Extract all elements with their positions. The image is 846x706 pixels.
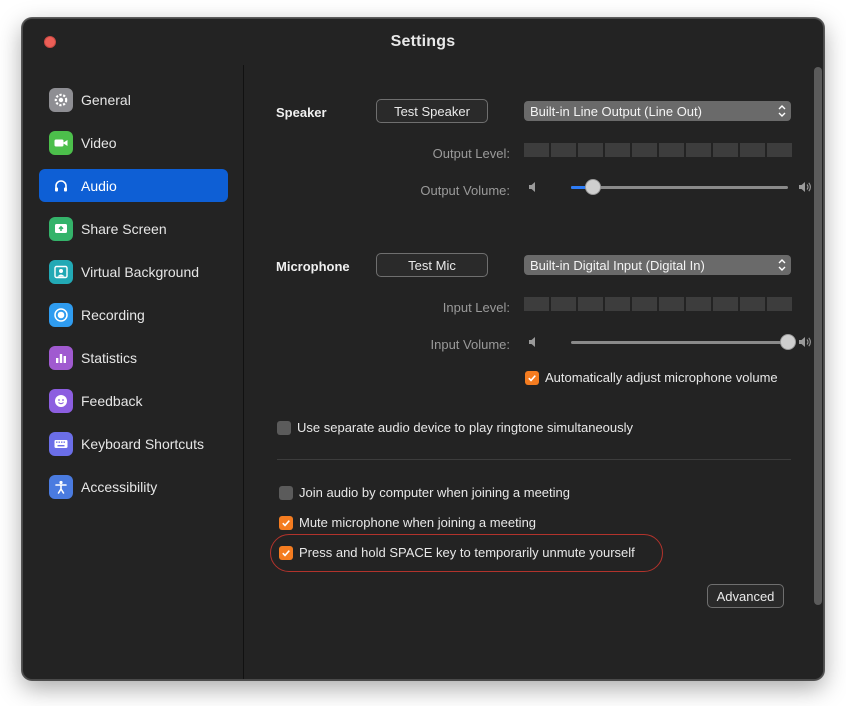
chevron-updown-icon	[778, 105, 786, 117]
sidebar-item-label: Accessibility	[81, 478, 158, 495]
input-volume-slider[interactable]	[571, 334, 796, 350]
share-screen-icon	[49, 216, 73, 241]
audio-settings-panel: Speaker Test Speaker Built-in Line Outpu…	[245, 65, 811, 679]
keyboard-icon	[49, 431, 73, 456]
sidebar-item-feedback[interactable]: Feedback	[39, 384, 228, 417]
mic-volume-low-icon	[529, 337, 535, 347]
speaker-section-label: Speaker	[276, 105, 327, 120]
sidebar: General Video Audio Share Screen Virtual…	[23, 65, 244, 679]
window-title: Settings	[390, 33, 456, 50]
virtual-background-icon	[49, 259, 73, 284]
microphone-device-value: Built-in Digital Input (Digital In)	[530, 257, 705, 273]
settings-window: Settings General Video Audio Share Scree…	[22, 18, 824, 680]
auto-adjust-mic-checkbox[interactable]	[525, 370, 539, 385]
sidebar-item-label: Virtual Background	[81, 263, 200, 280]
section-divider	[277, 459, 791, 460]
close-window-button[interactable]	[44, 36, 56, 48]
video-camera-icon	[49, 130, 73, 155]
sidebar-item-label: General	[81, 91, 131, 108]
speaker-high-icon	[799, 182, 811, 192]
sidebar-item-label: Video	[81, 134, 117, 151]
output-volume-slider[interactable]	[571, 179, 788, 195]
gear-icon	[49, 87, 73, 112]
sidebar-item-label: Share Screen	[81, 220, 167, 237]
headphones-icon	[49, 174, 73, 198]
auto-adjust-mic-option[interactable]: Automatically adjust microphone volume	[525, 370, 778, 385]
sidebar-item-label: Feedback	[81, 392, 143, 409]
test-mic-button[interactable]: Test Mic	[376, 253, 488, 277]
chevron-updown-icon	[778, 259, 786, 271]
microphone-device-select[interactable]: Built-in Digital Input (Digital In)	[524, 255, 791, 275]
microphone-section-label: Microphone	[276, 259, 350, 274]
sidebar-item-video[interactable]: Video	[39, 126, 228, 159]
space-unmute-option[interactable]: Press and hold SPACE key to temporarily …	[279, 545, 635, 560]
mute-mic-option[interactable]: Mute microphone when joining a meeting	[279, 515, 536, 530]
accessibility-icon	[49, 474, 73, 499]
sidebar-item-share-screen[interactable]: Share Screen	[39, 212, 228, 245]
sidebar-item-label: Keyboard Shortcuts	[81, 435, 204, 452]
separate-audio-device-label: Use separate audio device to play ringto…	[297, 420, 634, 435]
scrollbar-thumb[interactable]	[814, 67, 822, 605]
input-volume-fill	[571, 341, 788, 344]
mic-volume-high-icon	[799, 337, 811, 347]
output-volume-thumb[interactable]	[585, 179, 601, 195]
output-volume-label: Output Volume:	[420, 183, 510, 198]
sidebar-item-label: Recording	[81, 306, 145, 323]
join-audio-checkbox[interactable]	[279, 485, 293, 500]
sidebar-item-general[interactable]: General	[39, 83, 228, 116]
input-volume-thumb[interactable]	[780, 334, 796, 350]
sidebar-item-label: Statistics	[81, 349, 138, 366]
sidebar-item-keyboard-shortcuts[interactable]: Keyboard Shortcuts	[39, 427, 228, 460]
input-level-label: Input Level:	[442, 300, 510, 315]
bar-chart-icon	[49, 345, 73, 370]
advanced-button[interactable]: Advanced	[707, 584, 784, 608]
auto-adjust-mic-label: Automatically adjust microphone volume	[545, 370, 778, 385]
output-level-meter	[524, 143, 792, 157]
speaker-low-icon	[529, 182, 535, 192]
sidebar-item-statistics[interactable]: Statistics	[39, 341, 228, 374]
mute-mic-checkbox[interactable]	[279, 515, 293, 530]
title-bar: Settings	[23, 19, 823, 65]
mute-mic-label: Mute microphone when joining a meeting	[299, 515, 537, 530]
separate-audio-device-option[interactable]: Use separate audio device to play ringto…	[277, 420, 633, 435]
smiley-icon	[49, 388, 73, 413]
separate-audio-device-checkbox[interactable]	[277, 420, 291, 435]
sidebar-item-virtual-background[interactable]: Virtual Background	[39, 255, 228, 288]
space-unmute-checkbox[interactable]	[279, 545, 293, 560]
record-icon	[49, 302, 73, 327]
sidebar-item-recording[interactable]: Recording	[39, 298, 228, 331]
sidebar-item-accessibility[interactable]: Accessibility	[39, 470, 228, 503]
output-level-label: Output Level:	[432, 146, 510, 161]
join-audio-option[interactable]: Join audio by computer when joining a me…	[279, 485, 570, 500]
sidebar-item-audio[interactable]: Audio	[39, 169, 228, 202]
space-unmute-label: Press and hold SPACE key to temporarily …	[299, 545, 635, 560]
join-audio-label: Join audio by computer when joining a me…	[299, 485, 571, 500]
speaker-device-select[interactable]: Built-in Line Output (Line Out)	[524, 101, 791, 121]
input-level-meter	[524, 297, 792, 311]
input-volume-label: Input Volume:	[430, 337, 511, 352]
test-speaker-button[interactable]: Test Speaker	[376, 99, 488, 123]
speaker-device-value: Built-in Line Output (Line Out)	[530, 103, 702, 119]
sidebar-item-label: Audio	[81, 177, 117, 194]
